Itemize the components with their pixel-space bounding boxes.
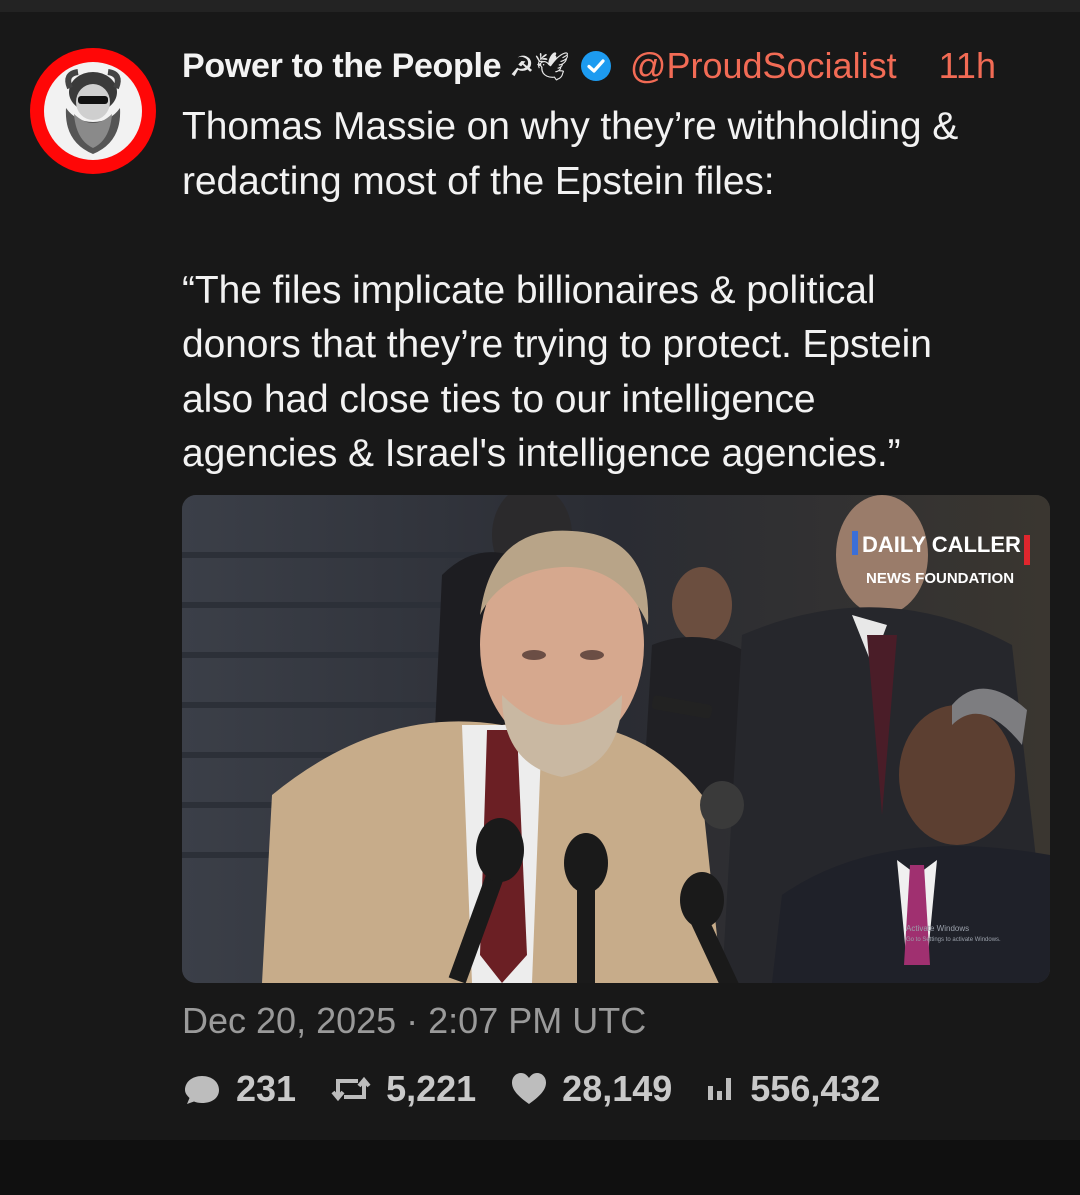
avatar[interactable]: [30, 48, 156, 174]
bottom-divider: [0, 1140, 1080, 1195]
top-divider: [0, 0, 1080, 12]
avatar-portrait: [44, 62, 142, 160]
like-icon: [512, 1073, 547, 1104]
reply-icon: [185, 1076, 219, 1104]
user-handle[interactable]: @ProudSocialist: [630, 45, 897, 87]
retweet-button[interactable]: 5,221: [330, 1068, 476, 1110]
display-name[interactable]: Power to the People: [182, 47, 502, 86]
watermark-title: DAILY CALLER: [862, 532, 1021, 557]
views-icon: [708, 1078, 732, 1100]
verified-badge-icon: [580, 50, 612, 82]
tweet-timestamp[interactable]: Dec 20, 2025 · 2:07 PM UTC: [182, 1000, 646, 1042]
retweet-count: 5,221: [386, 1068, 477, 1109]
reply-count: 231: [236, 1068, 297, 1109]
reply-button[interactable]: 231: [182, 1068, 296, 1110]
like-count: 28,149: [562, 1068, 673, 1109]
system-overlay-subtitle: Go to Settings to activate Windows.: [906, 937, 1001, 943]
tweet-media-video[interactable]: DAILY CALLER NEWS FOUNDATION Activate Wi…: [182, 495, 1050, 983]
tweet-text: Thomas Massie on why they’re withholding…: [182, 105, 959, 475]
name-emojis: ☭🕊: [509, 50, 570, 82]
views-button[interactable]: 556,432: [706, 1068, 880, 1110]
time-ago[interactable]: 11h: [939, 45, 996, 87]
like-button[interactable]: 28,149: [510, 1068, 672, 1110]
tweet-stats-bar: 231 5,221 28,149 556,432: [182, 1066, 914, 1112]
retweet-icon: [331, 1076, 371, 1102]
watermark-subtitle: NEWS FOUNDATION: [866, 570, 1014, 587]
system-overlay-title: Activate Windows: [906, 924, 969, 933]
view-count: 556,432: [750, 1068, 881, 1109]
tweet-header: Power to the People ☭🕊 @ProudSocialist 1…: [182, 44, 1052, 88]
